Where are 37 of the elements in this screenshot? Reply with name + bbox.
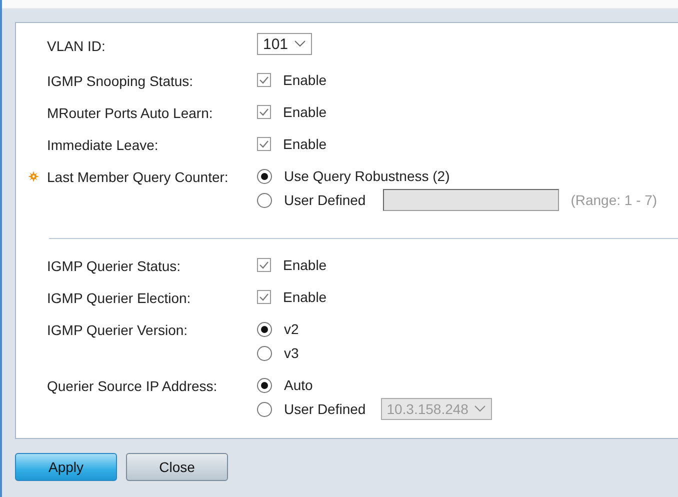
option-label: Use Query Robustness (2) (284, 168, 450, 184)
checkbox[interactable] (257, 258, 271, 272)
field-label: Querier Source IP Address: (47, 378, 218, 394)
option-label: User Defined (284, 401, 366, 417)
field-label: IGMP Querier Status: (47, 258, 181, 274)
radio-button[interactable] (257, 168, 272, 184)
checkbox[interactable] (257, 290, 271, 304)
option-label: Enable (283, 104, 327, 120)
caret-icon (474, 405, 486, 413)
option-label: v3 (284, 345, 299, 361)
caret-icon (294, 40, 306, 48)
field-label: IGMP Querier Election: (47, 290, 191, 306)
option-label: User Defined (284, 192, 366, 208)
checkbox[interactable] (257, 105, 271, 119)
option-label: Enable (283, 289, 327, 305)
option-label: Enable (283, 136, 327, 152)
vlan-select[interactable]: 101 (257, 33, 312, 55)
option-label: v2 (284, 321, 299, 337)
radio-button[interactable] (257, 192, 272, 208)
field-label: Immediate Leave: (47, 137, 158, 153)
checkbox[interactable] (257, 73, 271, 87)
radio-button[interactable] (257, 378, 272, 392)
option-label: Enable (283, 72, 327, 88)
field-label: IGMP Snooping Status: (47, 73, 194, 89)
radio-button[interactable] (257, 346, 272, 360)
range-hint: (Range: 1 - 7) (570, 192, 658, 208)
field-label: MRouter Ports Auto Learn: (47, 105, 213, 121)
option-label: Auto (284, 377, 313, 393)
checkbox[interactable] (257, 137, 271, 151)
radio-button[interactable] (257, 402, 272, 416)
apply-button[interactable]: Apply (15, 453, 117, 481)
field-label: Last Member Query Counter: (47, 169, 228, 185)
close-button[interactable]: Close (126, 453, 228, 481)
radio-button[interactable] (257, 322, 272, 336)
option-label: Enable (283, 257, 327, 273)
field-label: IGMP Querier Version: (47, 322, 188, 338)
field-label: VLAN ID: (47, 38, 106, 54)
